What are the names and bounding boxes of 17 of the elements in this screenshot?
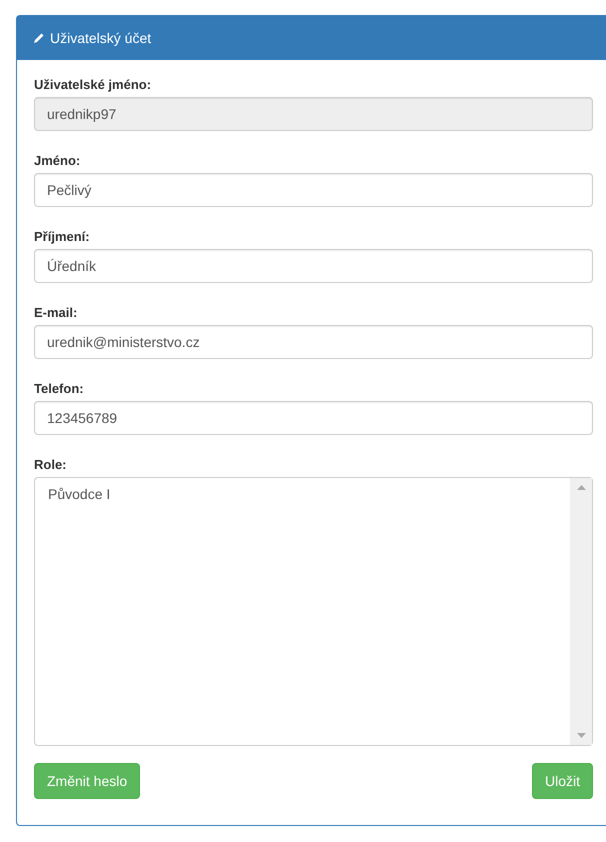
panel-title: Uživatelský účet xyxy=(50,30,152,46)
field-label: Příjmení: xyxy=(34,229,91,246)
input-field[interactable]: Úředník xyxy=(34,249,593,283)
input-field[interactable]: Pečlivý xyxy=(34,173,593,207)
field-label: Telefon: xyxy=(34,381,85,398)
input-field[interactable]: 123456789 xyxy=(34,401,593,435)
pencil-icon xyxy=(33,32,45,44)
field-label: E-mail: xyxy=(34,305,78,322)
scroll-up-icon xyxy=(576,485,586,490)
scroll-down-icon xyxy=(576,733,586,738)
role-list[interactable]: Původce I xyxy=(34,477,593,746)
field-label: Uživatelské jméno: xyxy=(34,77,152,94)
field-label: Jméno: xyxy=(34,153,82,170)
field-label: Role: xyxy=(34,457,68,474)
input-field[interactable]: urednik@ministerstvo.cz xyxy=(34,325,593,359)
scrollbar[interactable] xyxy=(570,478,592,745)
role-option[interactable]: Původce I xyxy=(48,486,557,502)
